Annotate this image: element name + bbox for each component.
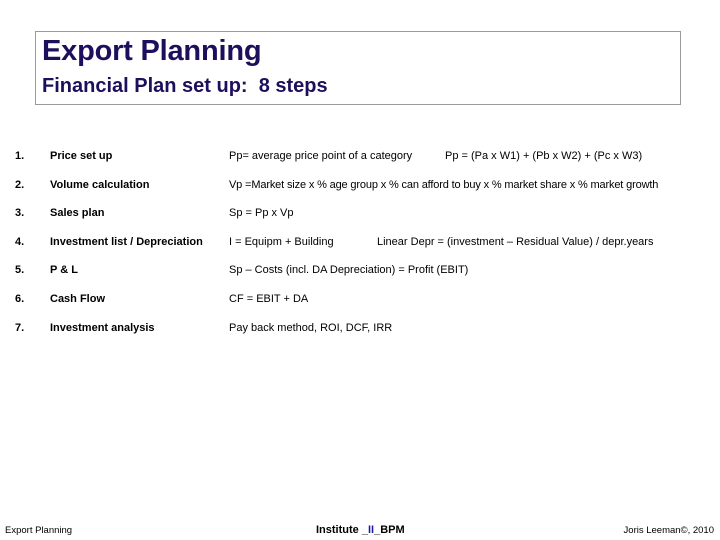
step-label: Cash Flow <box>50 293 106 305</box>
page-title: Export Planning <box>42 35 262 67</box>
step-label: Volume calculation <box>50 179 150 191</box>
step-row: 6. Cash Flow CF = EBIT + DA <box>0 293 720 313</box>
step-row: 7. Investment analysis Pay back method, … <box>0 322 720 342</box>
step-row: 4. Investment list / Depreciation I = Eq… <box>0 236 720 256</box>
step-number: 6. <box>15 293 25 305</box>
step-formula: Vp =Market size x % age group x % can af… <box>229 179 659 191</box>
step-number: 5. <box>15 264 25 276</box>
step-formula: Sp – Costs (incl. DA Depreciation) = Pro… <box>229 264 469 276</box>
footer-left-text: Export Planning <box>5 525 73 536</box>
step-number: 3. <box>15 207 25 219</box>
step-row: 2. Volume calculation Vp =Market size x … <box>0 179 720 199</box>
step-formula-secondary: Linear Depr = (investment – Residual Val… <box>377 236 654 248</box>
title-box: Export Planning Financial Plan set up: 8… <box>35 31 681 105</box>
step-label: Price set up <box>50 150 113 162</box>
step-formula: I = Equipm + Building <box>229 236 334 248</box>
step-number: 7. <box>15 322 25 334</box>
step-row: 3. Sales plan Sp = Pp x Vp <box>0 207 720 227</box>
step-row: 5. P & L Sp – Costs (incl. DA Depreciati… <box>0 264 720 284</box>
step-number: 1. <box>15 150 25 162</box>
footer-institute: Institute _II_BPM <box>316 524 405 536</box>
step-number: 4. <box>15 236 25 248</box>
step-formula: Pay back method, ROI, DCF, IRR <box>229 322 393 334</box>
footer-institute-prefix: Institute _ <box>316 524 368 536</box>
step-number: 2. <box>15 179 25 191</box>
step-formula-secondary: Pp = (Pa x W1) + (Pb x W2) + (Pc x W3) <box>445 150 643 162</box>
step-label: Investment analysis <box>50 322 155 334</box>
footer-copyright: Joris Leeman©, 2010 <box>623 525 714 536</box>
step-formula: Pp= average price point of a category <box>229 150 413 162</box>
step-formula: Sp = Pp x Vp <box>229 207 294 219</box>
step-formula: CF = EBIT + DA <box>229 293 309 305</box>
footer-institute-suffix: _BPM <box>374 524 405 536</box>
step-label: Sales plan <box>50 207 105 219</box>
page-subtitle: Financial Plan set up: 8 steps <box>42 75 328 97</box>
step-row: 1. Price set up Pp= average price point … <box>0 150 720 170</box>
step-label: Investment list / Depreciation <box>50 236 203 248</box>
step-label: P & L <box>50 264 78 276</box>
